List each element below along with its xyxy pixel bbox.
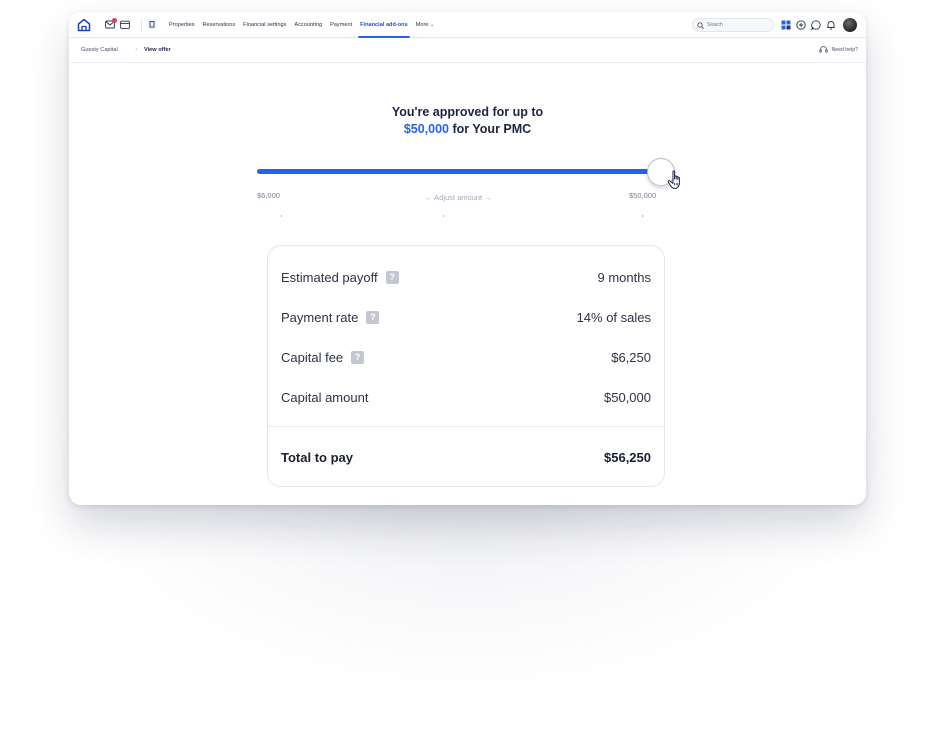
nav-link-payment[interactable]: Payment <box>326 12 356 38</box>
need-help-link[interactable]: Need help? <box>819 45 858 54</box>
need-help-label: Need help? <box>831 46 858 53</box>
document-icon[interactable] <box>147 19 157 30</box>
search-input[interactable] <box>707 22 771 28</box>
slider-tick <box>443 215 444 217</box>
more-label: More <box>415 22 429 28</box>
approval-heading-suffix: for Your PMC <box>449 122 532 136</box>
summary-label: Capital fee <box>281 349 344 365</box>
summary-label: Capital amount <box>281 389 369 405</box>
slider-max-label: $50,000 <box>629 191 657 200</box>
nav-link-more[interactable]: More ⌄ <box>412 12 439 38</box>
add-circle-icon[interactable] <box>796 20 806 30</box>
total-value: $56,250 <box>604 449 651 465</box>
summary-value: $50,000 <box>604 389 651 405</box>
bell-icon[interactable] <box>826 20 836 30</box>
nav-link-reservations[interactable]: Reservations <box>199 12 240 38</box>
top-navigation: Properties Reservations Financial settin… <box>69 12 866 38</box>
slider-tick <box>642 215 643 217</box>
headset-icon <box>819 46 829 53</box>
summary-label-wrap: Capital fee ? <box>281 349 365 365</box>
approval-heading-line2: $50,000 for Your PMC <box>69 121 866 138</box>
home-logo-icon[interactable] <box>77 18 91 32</box>
nav-separator <box>141 19 142 31</box>
chevron-down-icon: ⌄ <box>430 22 435 28</box>
nav-link-financial-add-ons[interactable]: Financial add-ons <box>356 12 412 38</box>
summary-label: Payment rate <box>281 309 359 325</box>
slider-adjust-hint: ← Adjust amount → <box>425 193 492 202</box>
nav-link-financial-settings[interactable]: Financial settings <box>239 12 290 38</box>
offer-summary-card: Estimated payoff ? 9 months Payment rate… <box>267 245 665 487</box>
chevron-right-icon: › <box>135 46 138 53</box>
summary-label-wrap: Capital amount <box>281 390 368 405</box>
nav-link-properties[interactable]: Properties <box>165 12 199 38</box>
amount-slider-track[interactable] <box>257 169 657 174</box>
summary-label: Estimated payoff <box>281 269 378 285</box>
search-box[interactable] <box>692 18 774 32</box>
slider-min-label: $6,000 <box>257 191 280 200</box>
chat-icon[interactable] <box>811 20 821 30</box>
approval-heading-line1: You're approved for up to <box>391 105 544 119</box>
breadcrumb-parent[interactable]: Guesty Capital <box>81 47 118 53</box>
summary-value: 14% of sales <box>576 309 651 325</box>
summary-row-capital-amount: Capital amount $50,000 <box>281 387 651 407</box>
user-avatar[interactable] <box>843 18 857 32</box>
summary-row-payment-rate: Payment rate ? 14% of sales <box>281 307 651 327</box>
summary-value: $6,250 <box>611 349 651 365</box>
summary-row-capital-fee: Capital fee ? $6,250 <box>281 347 651 367</box>
calendar-icon[interactable] <box>120 20 130 29</box>
help-icon[interactable]: ? <box>385 270 399 284</box>
summary-label-wrap: Payment rate ? <box>281 309 380 325</box>
inbox-notification-badge <box>112 18 117 23</box>
slider-tick <box>281 215 282 217</box>
search-icon <box>697 21 704 29</box>
summary-label-wrap: Estimated payoff ? <box>281 270 399 285</box>
summary-row-total: Total to pay $56,250 <box>281 447 651 467</box>
breadcrumb: Guesty Capital › View offer Need help? <box>69 39 866 63</box>
apps-grid-icon[interactable] <box>781 20 791 30</box>
nav-link-accounting[interactable]: Accounting <box>290 12 326 38</box>
help-icon[interactable]: ? <box>366 310 380 324</box>
breadcrumb-current: View offer <box>144 47 171 53</box>
nav-links: Properties Reservations Financial settin… <box>165 12 438 38</box>
approved-amount: $50,000 <box>403 122 449 136</box>
hand-cursor-icon <box>667 170 680 189</box>
summary-value: 9 months <box>597 269 651 285</box>
summary-row-estimated-payoff: Estimated payoff ? 9 months <box>281 267 651 287</box>
app-window: Properties Reservations Financial settin… <box>69 12 866 505</box>
help-icon[interactable]: ? <box>351 350 365 364</box>
total-label: Total to pay <box>281 449 353 465</box>
summary-divider <box>268 426 664 427</box>
